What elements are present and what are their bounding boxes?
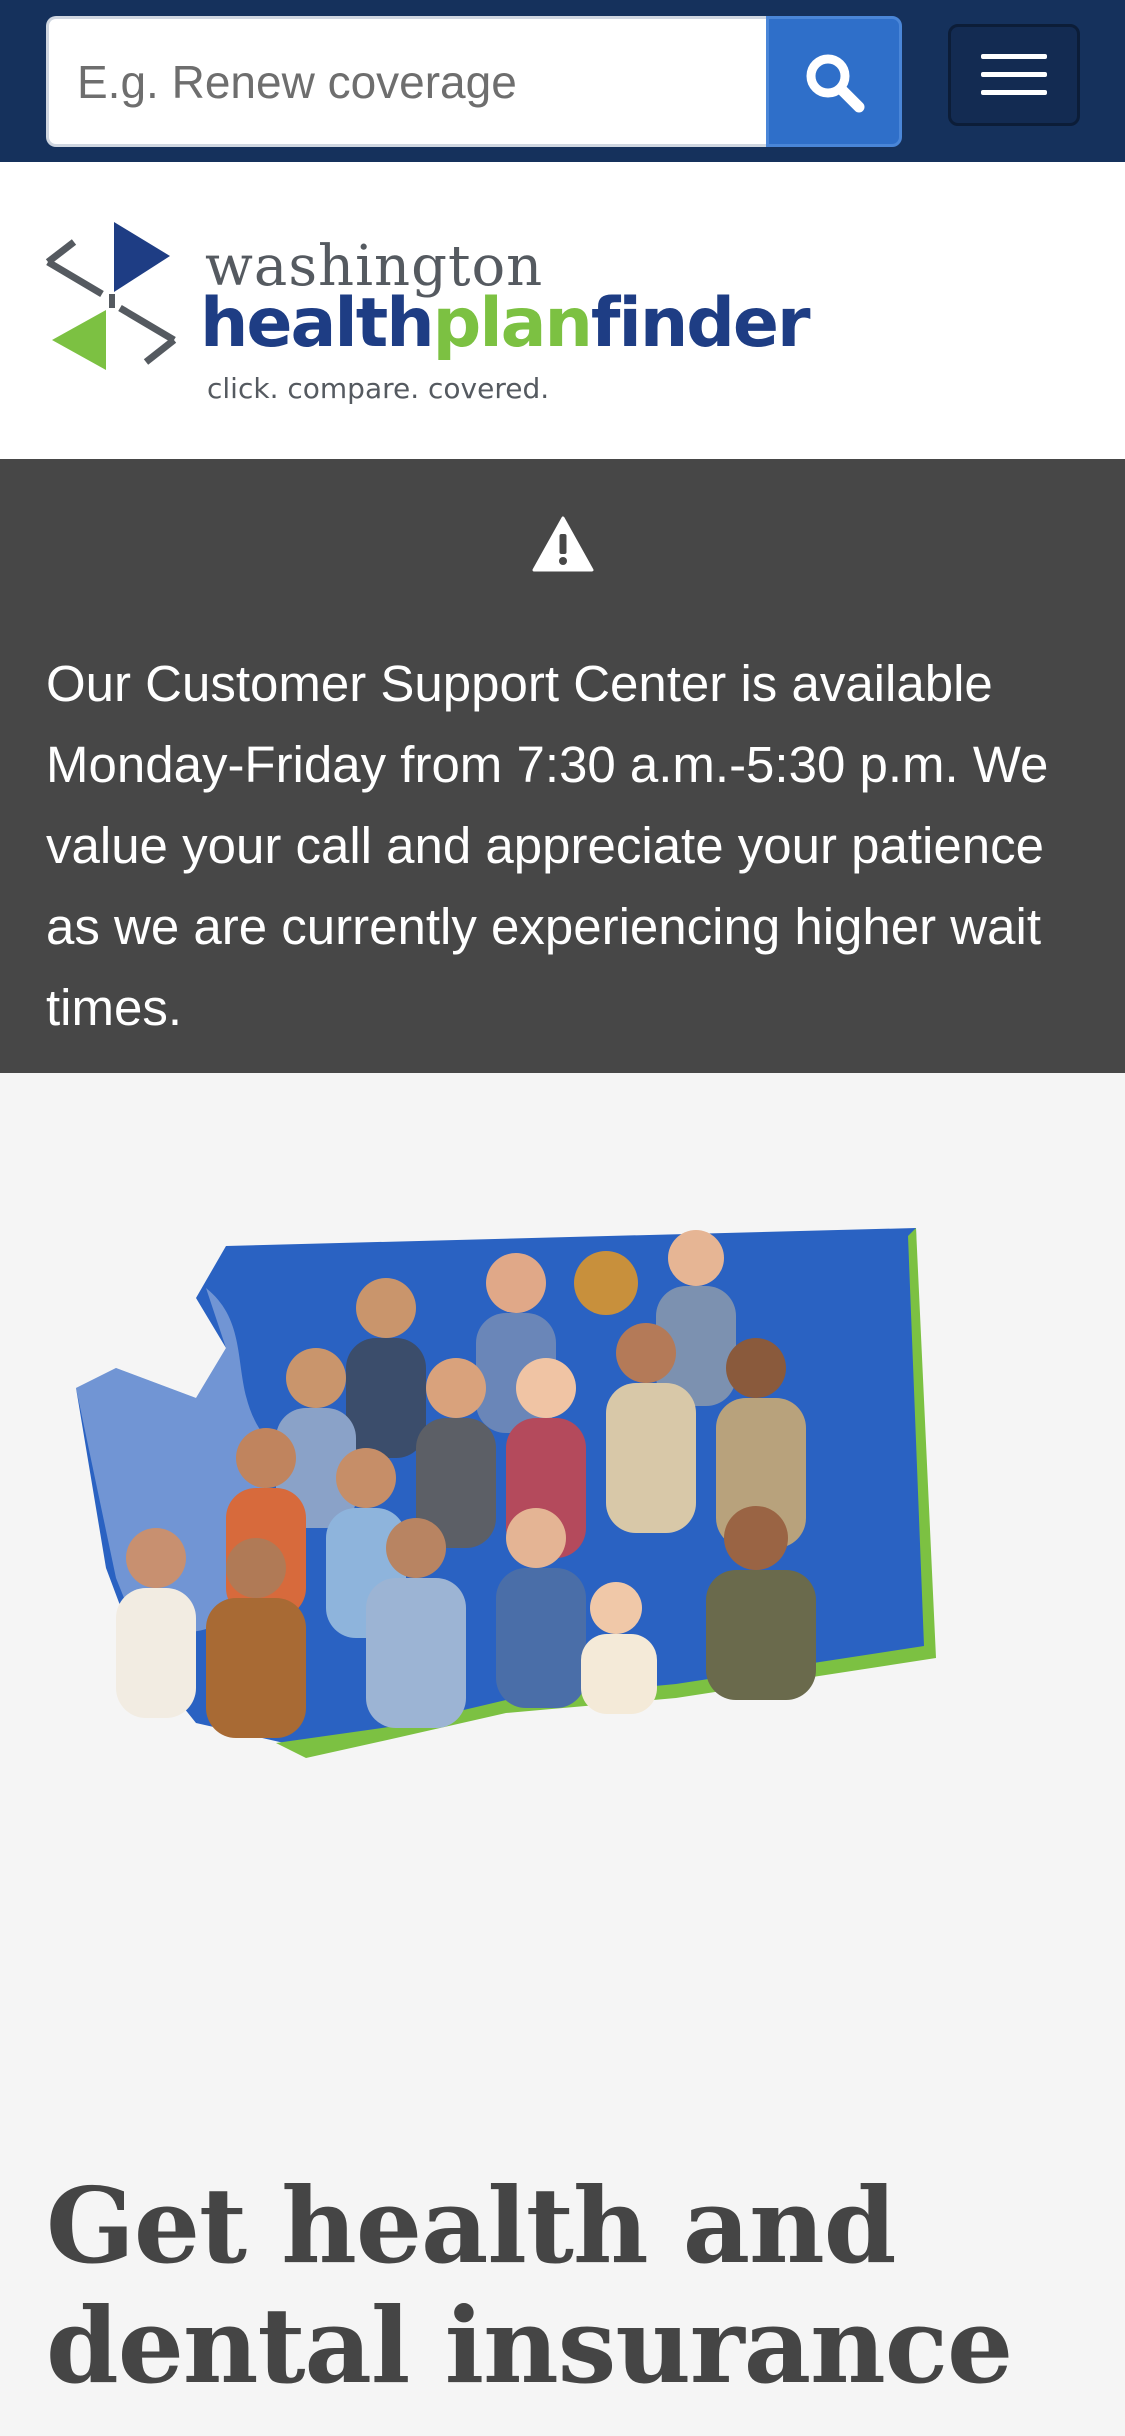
- search-input[interactable]: [46, 16, 766, 147]
- washington-map-people-image: [76, 1228, 936, 1758]
- menu-button[interactable]: [948, 24, 1080, 126]
- logo-text-healthplanfinder: healthplanfinder: [200, 284, 811, 363]
- alert-message: Our Customer Support Center is available…: [46, 655, 1049, 1036]
- site-logo[interactable]: washington healthplanfinder click. compa…: [40, 222, 811, 412]
- logo-star-icon: [45, 222, 177, 370]
- hero-section: Get health and dental insurance: [0, 1073, 1125, 2436]
- hero-headline: Get health and dental insurance: [46, 2164, 1013, 2407]
- logo-band: washington healthplanfinder click. compa…: [0, 162, 1125, 459]
- logo-tagline: click. compare. covered.: [207, 372, 550, 405]
- search-button[interactable]: [766, 16, 902, 147]
- top-header: [0, 0, 1125, 162]
- search-form: [46, 16, 902, 147]
- search-icon: [806, 54, 865, 112]
- alert-banner: Our Customer Support Center is available…: [0, 459, 1125, 1073]
- warning-icon: [532, 516, 594, 572]
- hamburger-menu-icon: [981, 54, 1047, 95]
